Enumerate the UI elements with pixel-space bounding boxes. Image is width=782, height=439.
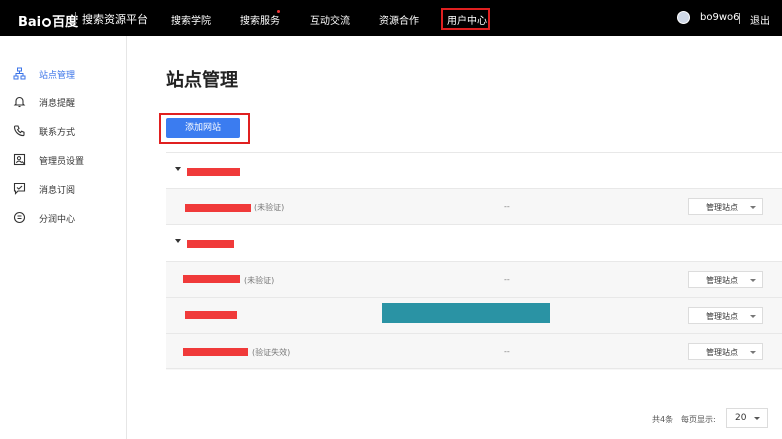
sidebar-item-label: 管理员设置 — [39, 157, 85, 167]
logo-text-left: Bai — [18, 15, 42, 30]
table-bottom-divider — [166, 368, 782, 369]
logout-link[interactable]: 退出 — [750, 12, 770, 27]
baidu-logo[interactable]: Bai 百度 — [18, 11, 78, 30]
sidebar-item-admin-settings[interactable]: 管理员设置 — [0, 152, 126, 170]
table-row: (未验证) -- 管理站点 — [166, 188, 782, 225]
sidebar-item-label: 站点管理 — [39, 71, 76, 81]
subscribe-icon — [13, 182, 26, 195]
logo-divider — [75, 12, 76, 25]
redacted-site-url — [183, 348, 248, 356]
sidebar-item-label: 消息提醒 — [39, 99, 76, 109]
sidebar-item-site-management[interactable]: 站点管理 — [0, 66, 126, 84]
page-size-label: 每页显示: — [681, 415, 716, 424]
redacted-site-url — [185, 311, 237, 319]
top-nav-bar: Bai 百度 搜索资源平台 搜索学院 搜索服务 互动交流 资源合作 用户中心 bo… — [0, 0, 782, 36]
redacted-group-name — [187, 168, 240, 176]
avatar[interactable] — [677, 11, 690, 24]
manage-site-label: 管理站点 — [706, 276, 738, 285]
chevron-down-icon — [750, 315, 756, 318]
site-metric: -- — [504, 202, 510, 211]
sidebar-item-subscriptions[interactable]: 消息订阅 — [0, 181, 126, 199]
bell-icon — [13, 96, 26, 108]
site-status: (验证失效) — [252, 348, 291, 357]
manage-site-label: 管理站点 — [706, 203, 738, 212]
page-size-select[interactable]: 20 — [726, 408, 768, 428]
site-status: (未验证) — [254, 203, 285, 212]
site-metric: -- — [504, 347, 510, 356]
sidebar-item-label: 消息订阅 — [39, 186, 76, 196]
site-metric: -- — [504, 275, 510, 284]
chevron-down-icon — [750, 351, 756, 354]
add-site-button[interactable]: 添加网站 — [166, 118, 240, 138]
sidebar-item-revenue-center[interactable]: 分润中心 — [0, 210, 126, 228]
sidebar-item-label: 联系方式 — [39, 128, 76, 138]
phone-icon — [13, 125, 25, 137]
page-title: 站点管理 — [166, 70, 238, 91]
manage-site-label: 管理站点 — [706, 312, 738, 321]
table-row: (未验证) -- 管理站点 — [166, 261, 782, 298]
manage-site-dropdown[interactable]: 管理站点 — [688, 271, 763, 288]
redacted-group-name — [187, 240, 234, 248]
platform-name[interactable]: 搜索资源平台 — [82, 11, 148, 27]
admin-icon — [13, 153, 26, 166]
nav-interaction[interactable]: 互动交流 — [310, 12, 350, 27]
manage-site-dropdown[interactable]: 管理站点 — [688, 343, 763, 360]
nav-search-academy[interactable]: 搜索学院 — [171, 12, 211, 27]
site-group-header[interactable] — [166, 152, 782, 189]
sidebar-item-label: 分润中心 — [39, 215, 76, 225]
header-divider — [739, 13, 740, 24]
username[interactable]: bo9wo6 — [700, 12, 740, 23]
notification-dot — [277, 10, 280, 13]
redacted-site-url — [185, 204, 251, 212]
site-group-header[interactable] — [166, 224, 782, 261]
chevron-down-icon — [750, 206, 756, 209]
site-status: (未验证) — [244, 276, 275, 285]
sidebar-item-notifications[interactable]: 消息提醒 — [0, 94, 126, 112]
caret-down-icon[interactable] — [175, 239, 181, 243]
table-row: 管理站点 — [166, 297, 782, 334]
nav-resource-cooperation[interactable]: 资源合作 — [379, 12, 419, 27]
manage-site-dropdown[interactable]: 管理站点 — [688, 307, 763, 324]
highlight-box-user-center — [441, 8, 490, 30]
chevron-down-icon — [754, 417, 760, 420]
revenue-icon — [13, 211, 26, 224]
redacted-block — [382, 303, 550, 323]
nav-search-service[interactable]: 搜索服务 — [240, 12, 280, 27]
sitemap-icon — [13, 67, 26, 80]
sidebar-item-contact[interactable]: 联系方式 — [0, 123, 126, 141]
manage-site-dropdown[interactable]: 管理站点 — [688, 198, 763, 215]
table-row: (验证失效) -- 管理站点 — [166, 333, 782, 370]
sidebar: 站点管理 消息提醒 联系方式 管理员设置 消息订阅 分润中心 — [0, 36, 127, 439]
redacted-site-url — [183, 275, 240, 283]
caret-down-icon[interactable] — [175, 167, 181, 171]
pagination-total: 共4条 — [652, 415, 674, 424]
chevron-down-icon — [750, 279, 756, 282]
paw-icon — [42, 18, 52, 27]
page-size-value: 20 — [735, 413, 747, 423]
manage-site-label: 管理站点 — [706, 348, 738, 357]
